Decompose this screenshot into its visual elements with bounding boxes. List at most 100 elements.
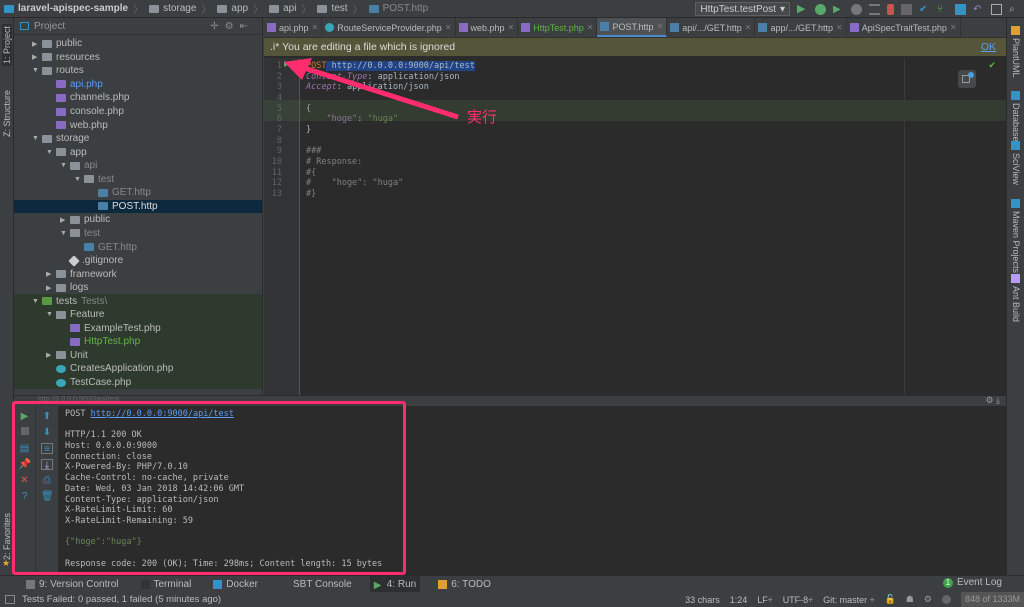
vcs-compare-icon[interactable]: ⑂ [937, 4, 948, 15]
right-tool-maven-projects[interactable]: Maven Projects [1011, 211, 1021, 273]
tab-api-php[interactable]: api.php ✕ [264, 18, 323, 37]
chevron-right-icon[interactable]: ▶ [46, 270, 56, 278]
close-tab-icon[interactable]: ✕ [312, 23, 319, 32]
tree-item[interactable]: api.php [14, 78, 262, 92]
tool-windows-icon[interactable] [5, 595, 15, 604]
right-tool-sciview[interactable]: SciView [1011, 153, 1021, 185]
settings-icon[interactable]: ⚙ [924, 594, 932, 605]
vcs-commit-icon[interactable]: ✔ [919, 4, 930, 15]
git-branch[interactable]: Git: master ÷ [823, 595, 874, 605]
chevron-down-icon[interactable]: ▼ [60, 230, 70, 237]
chevron-right-icon[interactable]: ▶ [60, 216, 70, 224]
run-console-output[interactable]: POST http://0.0.0.0:9000/api/test HTTP/1… [58, 406, 1006, 575]
tree-item[interactable]: web.php [14, 118, 262, 132]
bottom-tab-4-run[interactable]: ▶ 4: Run [369, 575, 421, 593]
coverage-icon[interactable]: ▶ [833, 4, 844, 15]
breadcrumb-item[interactable]: storage 〉 [149, 1, 211, 16]
vcs-history-icon[interactable] [955, 3, 966, 15]
tree-item[interactable]: CreatesApplication.php [14, 362, 262, 376]
right-tool-plantuml[interactable]: PlantUML [1011, 38, 1021, 78]
tree-item[interactable]: HttpTest.php [14, 335, 262, 349]
breadcrumb-item[interactable]: laravel-apispec-sample 〉 [4, 1, 143, 16]
tree-item[interactable]: GET.http [14, 186, 262, 200]
tree-item[interactable]: .gitignore [14, 254, 262, 268]
tree-item[interactable]: ▼ test [14, 227, 262, 241]
debug-icon[interactable] [815, 3, 826, 15]
chevron-down-icon[interactable]: ▼ [32, 67, 42, 74]
panel-actions[interactable]: ✛⚙⇤ [210, 21, 254, 32]
stop-icon[interactable] [19, 427, 31, 438]
scroll-to-end-icon[interactable]: ⤓ [41, 459, 53, 471]
tree-item[interactable]: ▼ Feature [14, 308, 262, 322]
pin-icon[interactable]: 📌 [19, 459, 31, 470]
tree-item[interactable]: ▼ tests Tests\ [14, 294, 262, 308]
bottom-tab-6-todo[interactable]: 6: TODO [434, 576, 495, 593]
chevron-down-icon[interactable]: ▼ [60, 162, 70, 169]
request-url-link[interactable]: http://0.0.0.0:9000/api/test [91, 409, 234, 419]
chevron-right-icon[interactable]: ▶ [32, 40, 42, 48]
tree-item[interactable]: ▼ app [14, 145, 262, 159]
close-tab-icon[interactable]: ✕ [657, 22, 664, 31]
structure-tool-button[interactable]: Z: Structure [2, 90, 12, 137]
tab-app-get-http[interactable]: app/.../GET.http ✕ [755, 18, 847, 37]
gear-icon[interactable]: ⚙ ⤓ [985, 395, 1000, 406]
tree-item[interactable]: ▶ public [14, 213, 262, 227]
caret-position[interactable]: 1:24 [730, 595, 748, 605]
right-tool-database[interactable]: Database [1011, 103, 1021, 142]
tree-item[interactable]: ▼ routes [14, 64, 262, 78]
close-tab-icon[interactable]: ✕ [836, 23, 843, 32]
layout-icon[interactable]: ▤ [19, 443, 31, 454]
bottom-tab-sbt-console[interactable]: SBT Console [276, 576, 356, 593]
soft-wrap-icon[interactable]: ≡ [41, 443, 53, 455]
banner-ok-link[interactable]: OK [981, 41, 996, 53]
tree-item[interactable]: console.php [14, 105, 262, 119]
tree-item[interactable]: GET.http [14, 240, 262, 254]
help-icon[interactable]: ? [19, 491, 31, 502]
status-message[interactable]: Tests Failed: 0 passed, 1 failed (5 minu… [22, 594, 221, 605]
tree-item[interactable]: ▼ api [14, 159, 262, 173]
chevron-down-icon[interactable]: ▼ [32, 135, 42, 142]
tree-item[interactable]: ExampleTest.php [14, 321, 262, 336]
trash-icon[interactable]: 🗑 [41, 491, 54, 502]
arrow-up-icon[interactable]: ⬆ [41, 411, 53, 422]
bottom-tab-docker[interactable]: Docker [209, 576, 262, 593]
tab-routeserviceprovider-php[interactable]: RouteServiceProvider.php ✕ [322, 18, 456, 37]
inspector-icon[interactable]: ☗ [906, 594, 914, 605]
chevron-down-icon[interactable]: ▼ [46, 311, 56, 318]
favorites-tool-button[interactable]: 2: Favorites [2, 513, 12, 560]
chevron-down-icon[interactable]: ▼ [74, 176, 84, 183]
line-separator[interactable]: LF÷ [757, 595, 772, 605]
close-tab-icon[interactable]: ✕ [445, 23, 452, 32]
memory-indicator[interactable]: 848 of 1333M [960, 592, 1024, 607]
vcs-update-icon[interactable] [887, 3, 894, 15]
tree-item[interactable]: channels.php [14, 91, 262, 105]
structure-icon[interactable] [991, 3, 1002, 15]
search-icon[interactable]: ⌕ [1009, 4, 1020, 15]
close-tab-icon[interactable]: ✕ [508, 23, 515, 32]
breadcrumb-item[interactable]: app 〉 [217, 1, 263, 16]
right-tool-ant-build[interactable]: Ant Build [1011, 286, 1021, 322]
lock-icon[interactable]: 🔓 [885, 594, 896, 605]
breadcrumb-item[interactable]: POST.http [368, 1, 428, 16]
tree-item[interactable]: ▼ test [14, 173, 262, 187]
tab-apispectraittest-php[interactable]: ApiSpecTraitTest.php ✕ [847, 18, 961, 37]
tab-httptest-php[interactable]: HttpTest.php ✕ [518, 18, 598, 37]
close-tab-icon[interactable]: ✕ [950, 23, 957, 32]
chevron-down-icon[interactable]: ▼ [32, 298, 42, 305]
tree-item[interactable]: ▶ public [14, 37, 262, 51]
file-encoding[interactable]: UTF-8÷ [783, 595, 813, 605]
breadcrumb-item[interactable]: test 〉 [317, 1, 363, 16]
build-icon[interactable] [869, 3, 880, 15]
tree-item[interactable]: ▶ framework [14, 267, 262, 281]
close-tab-icon[interactable]: ✕ [745, 23, 752, 32]
tree-item[interactable]: POST.http [14, 199, 262, 214]
tree-item[interactable]: ▶ logs [14, 281, 262, 295]
chevron-right-icon[interactable]: ▶ [32, 53, 42, 61]
power-save-icon[interactable] [941, 595, 951, 604]
stop-icon[interactable] [901, 3, 912, 15]
breadcrumb-item[interactable]: api 〉 [269, 1, 311, 16]
preview-icon[interactable] [958, 70, 976, 88]
project-tool-button[interactable]: 1: Project [2, 24, 12, 67]
tree-item[interactable]: TestCase.php [14, 375, 262, 390]
run-tab-label[interactable]: http://0.0.0.0:9000/api/test [38, 396, 119, 403]
